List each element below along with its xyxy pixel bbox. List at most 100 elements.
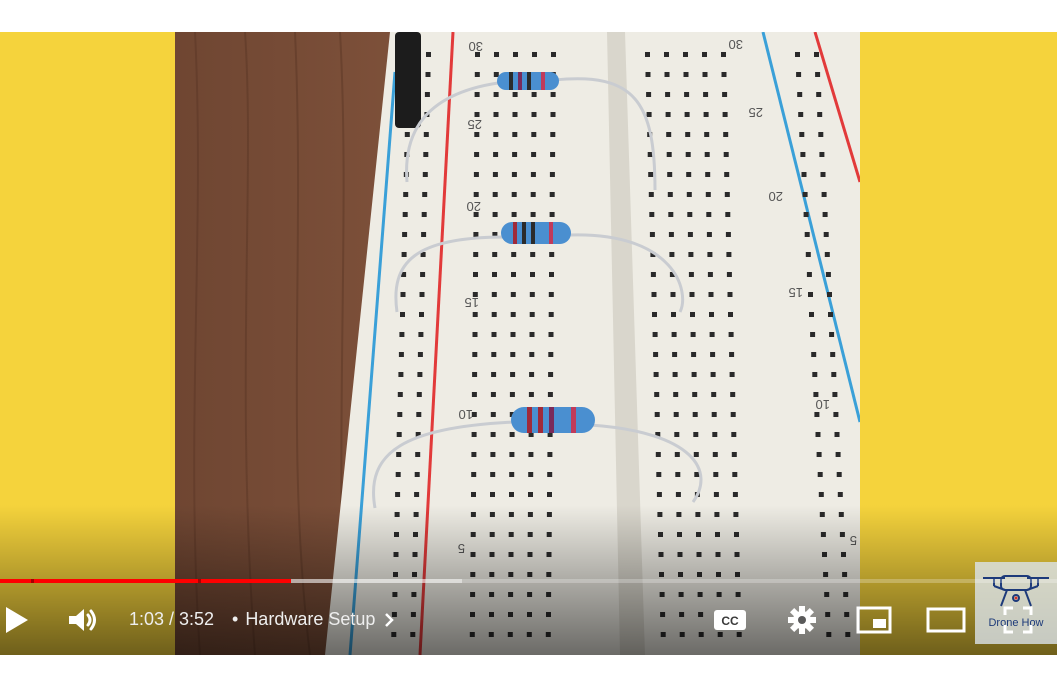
breadboard-hole — [837, 492, 843, 497]
breadboard-hole — [721, 52, 726, 57]
subtitles-button[interactable]: CC — [710, 600, 750, 640]
breadboard-hole — [493, 72, 499, 77]
breadboard-hole — [530, 172, 536, 177]
breadboard-hole — [492, 272, 497, 277]
breadboard-hole — [832, 392, 838, 397]
breadboard-number: 5 — [458, 541, 465, 556]
breadboard-hole — [705, 172, 711, 177]
breadboard-hole — [414, 492, 420, 497]
breadboard-hole — [509, 452, 515, 457]
breadboard-hole — [668, 232, 674, 237]
breadboard-hole — [508, 552, 514, 557]
breadboard-hole — [797, 92, 803, 97]
mute-button[interactable] — [66, 600, 100, 640]
breadboard-hole — [704, 152, 710, 157]
breadboard-hole — [509, 472, 515, 477]
breadboard-number: 10 — [816, 397, 830, 412]
breadboard-hole — [491, 352, 497, 357]
breadboard-hole — [822, 212, 828, 217]
separator-dot: • — [232, 609, 239, 629]
theater-mode-button[interactable] — [924, 600, 968, 640]
breadboard-hole — [398, 372, 404, 377]
breadboard-hole — [733, 512, 739, 517]
breadboard-hole — [842, 572, 848, 577]
video-player[interactable]: 30 30 25 25 20 20 15 15 10 10 5 5 Drone … — [0, 32, 1057, 655]
breadboard-hole — [691, 372, 697, 377]
breadboard-hole — [715, 552, 721, 557]
breadboard-hole — [674, 452, 680, 457]
breadboard-hole — [658, 532, 663, 537]
breadboard-hole — [815, 432, 821, 437]
breadboard-hole — [402, 232, 408, 237]
breadboard-hole — [838, 512, 844, 517]
miniplayer-button[interactable] — [854, 600, 894, 640]
breadboard-hole — [659, 572, 664, 577]
breadboard-number: 5 — [850, 533, 857, 548]
breadboard-hole — [471, 472, 477, 477]
breadboard-hole — [530, 272, 535, 277]
breadboard-hole — [471, 492, 476, 497]
breadboard-hole — [472, 312, 478, 317]
breadboard-hole — [712, 452, 718, 457]
breadboard-hole — [423, 152, 429, 157]
breadboard-hole — [725, 212, 731, 217]
play-button[interactable] — [0, 600, 32, 640]
breadboard-hole — [729, 352, 735, 357]
breadboard-hole — [811, 352, 817, 357]
breadboard-hole — [510, 312, 516, 317]
breadboard-hole — [528, 472, 534, 477]
breadboard-hole — [696, 552, 702, 557]
breadboard-hole — [529, 352, 535, 357]
breadboard-hole — [670, 292, 676, 297]
breadboard-hole — [546, 572, 552, 577]
breadboard-hole — [829, 332, 835, 337]
breadboard-hole — [710, 372, 716, 377]
fullscreen-icon — [1003, 606, 1033, 634]
breadboard-hole — [395, 492, 401, 497]
breadboard-hole — [528, 452, 534, 457]
breadboard-hole — [673, 392, 679, 397]
breadboard-hole — [827, 292, 832, 297]
breadboard-hole — [710, 352, 716, 357]
breadboard-hole — [666, 132, 672, 137]
breadboard-hole — [646, 92, 652, 97]
breadboard-hole — [800, 152, 806, 157]
progress-bar[interactable] — [0, 579, 1057, 583]
breadboard-hole — [493, 152, 499, 157]
breadboard-hole — [799, 132, 805, 137]
breadboard-hole — [714, 512, 720, 517]
breadboard-hole — [702, 52, 707, 57]
breadboard-hole — [528, 392, 534, 397]
breadboard-hole — [732, 492, 738, 497]
breadboard-hole — [804, 232, 810, 237]
breadboard-number: 25 — [749, 105, 763, 120]
breadboard-hole — [400, 292, 406, 297]
breadboard-hole — [730, 412, 736, 417]
video-frame[interactable]: 30 30 25 25 20 20 15 15 10 10 5 5 — [175, 32, 860, 655]
breadboard-hole — [666, 152, 672, 157]
played-fill — [0, 579, 291, 583]
breadboard-hole — [422, 192, 428, 197]
settings-button[interactable]: HD — [782, 600, 822, 640]
breadboard-hole — [724, 172, 730, 177]
breadboard-hole — [824, 252, 830, 257]
breadboard-hole — [425, 72, 431, 77]
breadboard-hole — [805, 252, 811, 257]
breadboard-hole — [547, 492, 552, 497]
breadboard-hole — [821, 192, 827, 197]
breadboard-hole — [656, 472, 662, 477]
breadboard-hole — [664, 72, 670, 77]
breadboard-hole — [422, 172, 428, 177]
breadboard-hole — [489, 552, 495, 557]
breadboard-hole — [677, 552, 683, 557]
breadboard-hole — [816, 92, 822, 97]
chapter-marker — [31, 579, 34, 583]
breadboard-hole — [796, 72, 802, 77]
breadboard-hole — [654, 392, 660, 397]
chapter-button[interactable]: • Hardware Setup — [232, 609, 397, 630]
breadboard-hole — [649, 212, 655, 217]
breadboard-hole — [548, 332, 554, 337]
breadboard-hole — [803, 212, 809, 217]
breadboard-hole — [728, 312, 733, 317]
fullscreen-button[interactable] — [998, 600, 1038, 640]
